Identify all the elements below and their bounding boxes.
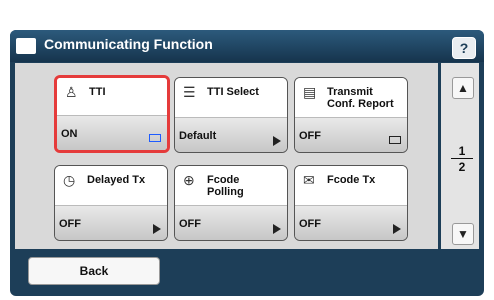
transmit-icon — [16, 38, 36, 54]
help-button[interactable]: ? — [452, 37, 476, 59]
polling-icon: ⊕ — [183, 172, 195, 188]
tile-value: Default — [179, 130, 217, 142]
tile-delayed-tx[interactable]: ◷ Delayed Tx OFF — [54, 165, 168, 241]
page-current: 1 — [458, 144, 466, 158]
chevron-right-icon — [153, 224, 161, 234]
tile-value: OFF — [59, 218, 81, 230]
report-icon: ▤ — [303, 84, 317, 100]
checkbox-icon — [149, 134, 161, 142]
tile-tti-select[interactable]: ☰ TTI Select Default — [174, 77, 288, 153]
tile-value: OFF — [299, 218, 321, 230]
window-title: Communicating Function — [44, 36, 213, 52]
tile-label: Fcode Polling — [207, 174, 244, 198]
chevron-right-icon — [273, 224, 281, 234]
back-button[interactable]: Back — [28, 257, 160, 285]
page-total: 2 — [458, 160, 466, 174]
page-divider — [451, 158, 473, 159]
tile-fcode-tx[interactable]: ✉ Fcode Tx OFF — [294, 165, 408, 241]
scroll-down-button[interactable]: ▼ — [452, 223, 474, 245]
tile-label: Transmit Conf. Report — [327, 86, 394, 110]
tile-tti[interactable]: ♙ TTI ON — [54, 75, 170, 153]
scroll-up-button[interactable]: ▲ — [452, 77, 474, 99]
tile-value: OFF — [179, 218, 201, 230]
clock-icon: ◷ — [63, 172, 76, 188]
list-person-icon: ☰ — [183, 84, 196, 100]
tile-label: TTI Select — [207, 86, 259, 98]
tile-value: ON — [61, 128, 78, 140]
tile-fcode-polling[interactable]: ⊕ Fcode Polling OFF — [174, 165, 288, 241]
tile-value: OFF — [299, 130, 321, 142]
chevron-right-icon — [273, 136, 281, 146]
tile-label: TTI — [89, 86, 106, 98]
person-stand-icon: ♙ — [65, 84, 78, 100]
envelope-icon: ✉ — [303, 172, 315, 188]
chevron-right-icon — [393, 224, 401, 234]
tile-transmit-conf-report[interactable]: ▤ Transmit Conf. Report OFF — [294, 77, 408, 153]
tile-label: Delayed Tx — [87, 174, 146, 186]
checkbox-icon — [389, 136, 401, 144]
tile-label: Fcode Tx — [327, 174, 376, 186]
